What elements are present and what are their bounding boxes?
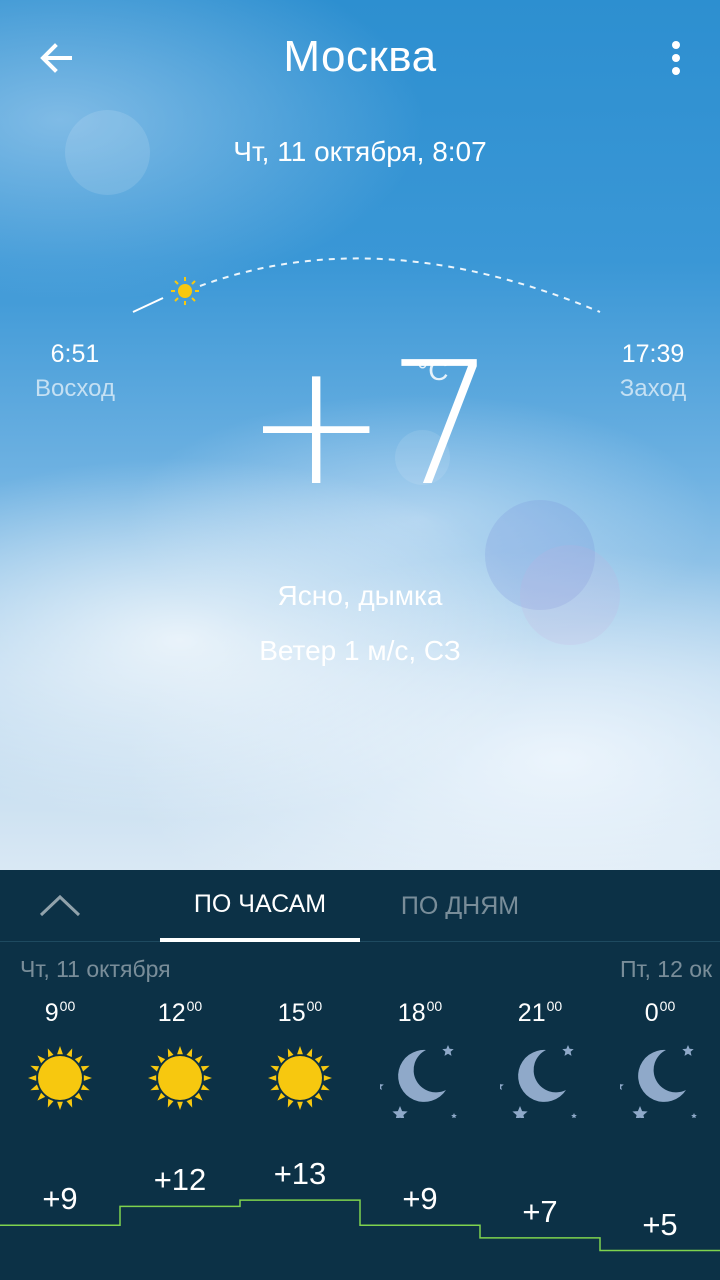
city-title: Москва [283,32,437,81]
hour-time: 000 [644,998,676,1027]
hour-temperature: +5 [642,1206,678,1242]
forecast-tabs: ПО ЧАСАМ ПО ДНЯМ [0,870,720,942]
hour-temperature: +12 [153,1162,207,1198]
hourly-forecast[interactable]: 900 +9 1200 +12 1500 +13 1800 +9 2100 +7 000 +5 [0,990,720,1280]
temperature-value: +7 [245,326,496,524]
current-datetime: Чт, 11 октября, 8:07 [233,136,487,167]
hour-time: 900 [44,998,76,1027]
hour-time: 1800 [397,998,443,1027]
hour-forecast-item: 1200 +12 [120,990,240,1280]
moon-stars-icon [494,1038,580,1121]
day-label-today: Чт, 11 октября [20,956,171,982]
hour-forecast-item: 900 +9 [0,990,120,1280]
hour-forecast-item: 1500 +13 [240,990,360,1280]
wind-info: Ветер 1 м/с, СЗ [259,635,461,666]
forecast-panel: ПО ЧАСАМ ПО ДНЯМ Чт, 11 октября Пт, 12 о… [0,870,720,1280]
sun-icon [260,1038,340,1118]
sun-icon [140,1038,220,1118]
tab-daily[interactable]: ПО ДНЯМ [360,870,560,942]
hour-time: 2100 [517,998,563,1027]
sun-position-icon [171,277,199,305]
more-menu-button[interactable] [650,30,702,86]
collapse-button[interactable] [30,882,90,930]
hour-forecast-item: 2100 +7 [480,990,600,1280]
hour-time: 1500 [277,998,323,1027]
moon-stars-icon [614,1038,700,1121]
sun-icon [20,1038,100,1118]
hour-time: 1200 [157,998,203,1027]
current-temperature: +7 °C [0,340,720,510]
weather-condition: Ясно, дымка [277,580,443,611]
hour-forecast-item: 1800 +9 [360,990,480,1280]
hour-temperature: +9 [42,1181,78,1217]
more-vert-icon [672,41,680,75]
temperature-unit: °C [417,355,449,386]
hour-forecast-item: 000 +5 [600,990,720,1280]
sun-path-arc [132,257,601,313]
moon-stars-icon [374,1038,460,1121]
chevron-up-icon [39,894,81,917]
hour-temperature: +13 [273,1156,327,1192]
hour-temperature: +9 [402,1181,438,1217]
top-bar: Москва [0,0,720,120]
day-label-tomorrow: Пт, 12 ок [620,956,713,982]
tab-hourly[interactable]: ПО ЧАСАМ [160,870,360,942]
hour-temperature: +7 [522,1193,558,1229]
